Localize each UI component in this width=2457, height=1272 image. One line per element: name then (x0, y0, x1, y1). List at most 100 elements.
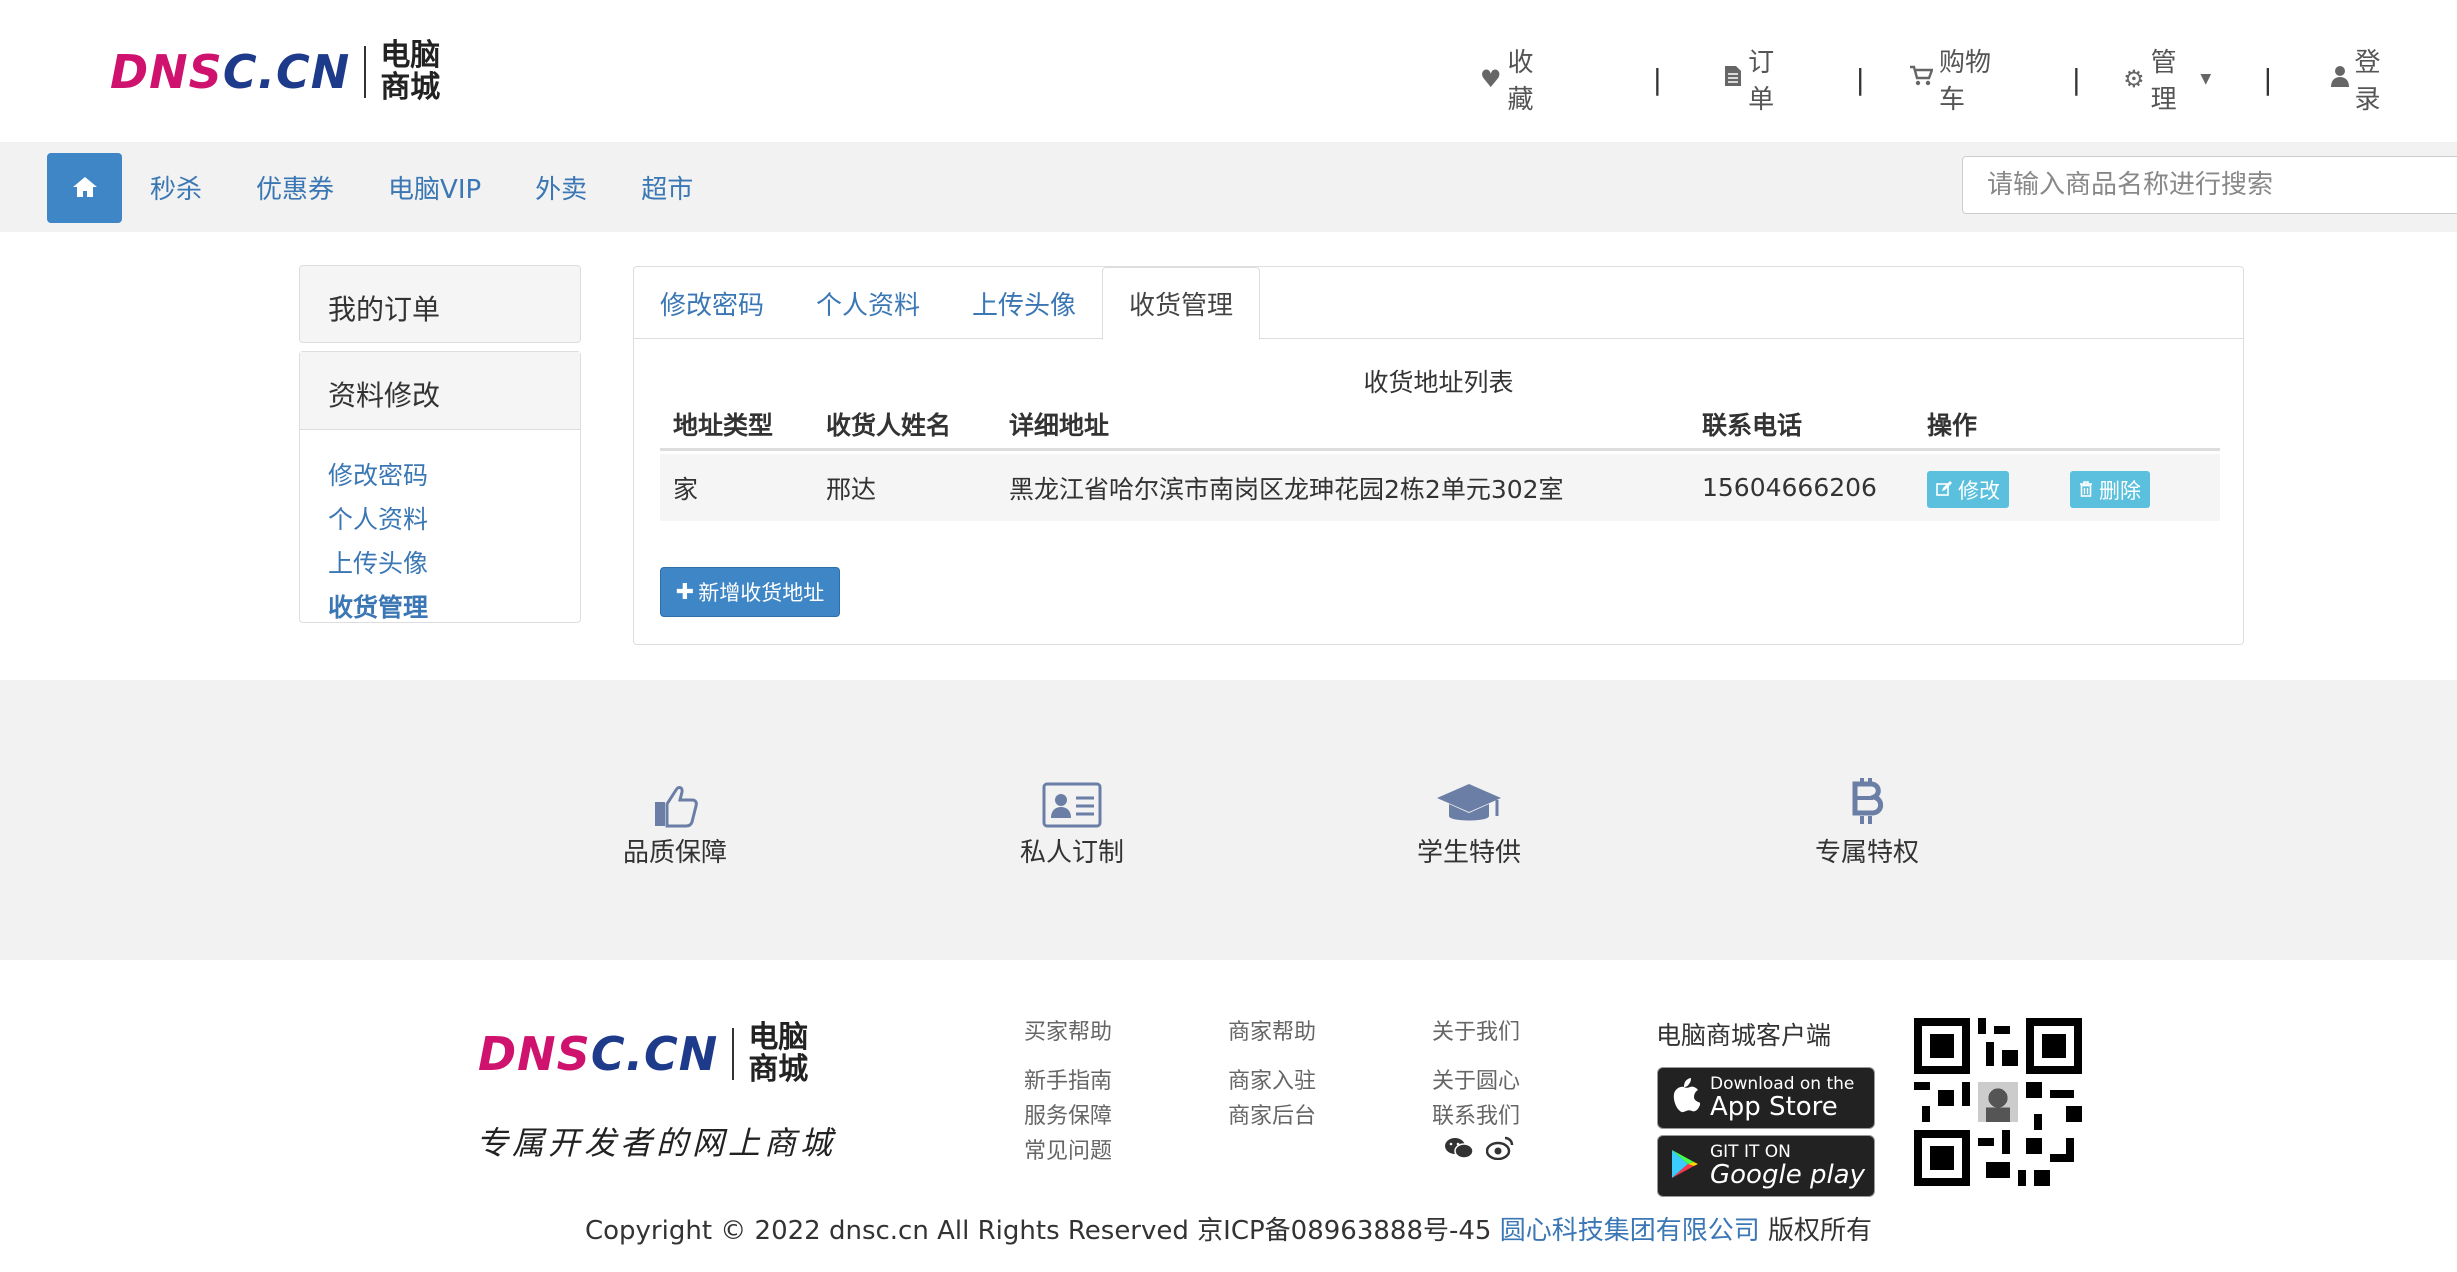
logo-divider (732, 1028, 735, 1080)
column-title: 买家帮助 (1024, 1020, 1113, 1045)
nav-links: 秒杀 优惠券 电脑VIP 外卖 超市 (150, 142, 693, 232)
separator: | (2071, 62, 2082, 96)
column-header: 联系电话 (1702, 410, 1803, 440)
address-type-cell: 家 (673, 474, 699, 504)
feature-privilege: 专属特权 (1767, 768, 1967, 869)
nav-link-coupons[interactable]: 优惠券 (256, 169, 334, 206)
graduation-cap-icon (1369, 768, 1569, 828)
sidebar-item-address[interactable]: 收货管理 (328, 588, 552, 624)
qr-code-image (1914, 1017, 2082, 1187)
user-icon (2330, 65, 2349, 93)
table-caption: 收货地址列表 (1363, 368, 1514, 397)
footer-slogan: 专属开发者的网上商城 (476, 1124, 837, 1162)
orders-link[interactable]: 订单 (1724, 42, 1793, 116)
sidebar-item-change-password[interactable]: 修改密码 (328, 456, 552, 492)
search-input[interactable] (1962, 156, 2457, 214)
column-header: 收货人姓名 (826, 410, 952, 440)
wechat-icon[interactable] (1444, 1136, 1474, 1166)
tab-address[interactable]: 收货管理 (1102, 267, 1261, 340)
cogs-icon: ⚙ (2123, 65, 2145, 93)
tab-upload-avatar[interactable]: 上传头像 (946, 267, 1102, 339)
logo-divider (364, 46, 367, 98)
google-play-icon (1670, 1148, 1700, 1184)
sidebar-item-upload-avatar[interactable]: 上传头像 (328, 544, 552, 580)
tab-profile[interactable]: 个人资料 (790, 267, 946, 339)
separator: | (1652, 62, 1663, 96)
merchant-help-column: 商家帮助 商家入驻 商家后台 (1228, 1014, 1316, 1134)
footer-link-merchant-admin[interactable]: 商家后台 (1228, 1099, 1316, 1134)
thumbs-up-icon (575, 768, 775, 828)
plus-icon: ✚ (675, 579, 695, 605)
site-header: DNSC.CN 电脑 商城 ♥ 收藏 | 订单 | 购物车 | ⚙ 管理 ▼ |… (0, 0, 2457, 142)
sidebar-links: 修改密码 个人资料 上传头像 收货管理 (300, 430, 580, 650)
sidebar-profile-heading: 资料修改 (300, 352, 580, 430)
site-logo[interactable]: DNSC.CN 电脑 商城 (110, 40, 440, 104)
bitcoin-icon (1767, 768, 1967, 828)
separator: | (1855, 62, 1865, 96)
footer-link-contact[interactable]: 联系我们 (1432, 1099, 1520, 1134)
weibo-icon[interactable] (1485, 1136, 1514, 1166)
feature-custom: 私人订制 (972, 768, 1172, 869)
nav-link-vip[interactable]: 电脑VIP (388, 169, 481, 206)
footer-link-guide[interactable]: 新手指南 (1024, 1064, 1112, 1099)
tab-bar: 修改密码 个人资料 上传头像 收货管理 (634, 267, 2243, 340)
add-address-button[interactable]: ✚ 新增收货地址 (660, 567, 840, 617)
home-button[interactable] (47, 153, 122, 223)
cart-icon (1909, 65, 1934, 93)
footer-link-merchant-join[interactable]: 商家入驻 (1228, 1064, 1316, 1099)
heart-icon: ♥ (1480, 65, 1502, 93)
sidebar-profile-panel: 资料修改 修改密码 个人资料 上传头像 收货管理 (299, 351, 581, 623)
column-header: 地址类型 (673, 410, 774, 440)
top-navigation: ♥ 收藏 | 订单 | 购物车 | ⚙ 管理 ▼ | 登录 (1480, 42, 2400, 116)
app-store-badge[interactable]: Download on the App Store (1657, 1067, 1875, 1129)
recipient-name-cell: 邢达 (826, 474, 877, 504)
footer-link-about[interactable]: 关于圆心 (1432, 1064, 1520, 1099)
footer-link-service[interactable]: 服务保障 (1024, 1099, 1112, 1134)
footer-logo-cn: 电脑 商城 (748, 1020, 809, 1087)
column-title: 商家帮助 (1228, 1020, 1317, 1045)
about-column: 关于我们 关于圆心 联系我们 (1432, 1014, 1520, 1166)
separator: | (2263, 62, 2273, 96)
nav-link-flash-sale[interactable]: 秒杀 (150, 169, 202, 206)
main-navbar: 秒杀 优惠券 电脑VIP 外卖 超市 (0, 142, 2457, 232)
address-detail-cell: 黑龙江省哈尔滨市南岗区龙珅花园2栋2单元302室 (1009, 474, 1564, 504)
company-link[interactable]: 圆心科技集团有限公司 (1500, 1216, 1760, 1246)
footer-link-faq[interactable]: 常见问题 (1024, 1134, 1112, 1169)
features-band: 品质保障 私人订制 学生特供 专属特权 (0, 680, 2457, 960)
feature-student: 学生特供 (1369, 768, 1569, 869)
manage-dropdown[interactable]: ⚙ 管理 ▼ (2123, 42, 2211, 116)
column-title: 关于我们 (1432, 1020, 1521, 1045)
column-header: 操作 (1927, 410, 1978, 440)
copyright-line: Copyright © 2022 dnsc.cn All Rights Rese… (584, 1216, 1873, 1246)
logo-cn: 电脑 商城 (380, 38, 441, 105)
table-header: 地址类型 收货人姓名 详细地址 联系电话 操作 (660, 407, 2220, 451)
nav-link-supermarket[interactable]: 超市 (641, 169, 693, 206)
footer-logo[interactable]: DNSC.CN 电脑 商城 (478, 1022, 808, 1086)
caret-down-icon: ▼ (2200, 71, 2212, 87)
delete-button[interactable]: 删除 (2070, 471, 2150, 508)
edit-icon (1936, 478, 1952, 502)
cart-link[interactable]: 购物车 (1909, 42, 2008, 116)
sidebar-my-orders[interactable]: 我的订单 (299, 265, 581, 343)
buyer-help-column: 买家帮助 新手指南 服务保障 常见问题 (1024, 1014, 1112, 1169)
favorites-link[interactable]: ♥ 收藏 (1480, 42, 1553, 116)
address-panel: 修改密码 个人资料 上传头像 收货管理 收货地址列表 地址类型 收货人姓名 详细… (633, 266, 2244, 645)
id-card-icon (972, 768, 1172, 828)
social-links (1432, 1136, 1520, 1166)
sidebar-item-profile[interactable]: 个人资料 (328, 500, 552, 536)
nav-link-takeout[interactable]: 外卖 (535, 169, 587, 206)
apple-icon (1670, 1078, 1701, 1118)
file-icon (1724, 65, 1742, 93)
google-play-badge[interactable]: GIT IT ON Google play (1657, 1135, 1875, 1197)
trash-icon (2079, 478, 2093, 502)
client-app-title: 电脑商城客户端 (1656, 1021, 1832, 1050)
phone-cell: 15604666206 (1702, 473, 1877, 502)
column-header: 详细地址 (1009, 410, 1110, 440)
home-icon (72, 172, 98, 205)
logo-text: DNSC.CN (110, 45, 351, 99)
footer-logo-text: DNSC.CN (478, 1027, 719, 1081)
feature-quality: 品质保障 (575, 768, 775, 869)
login-link[interactable]: 登录 (2330, 42, 2400, 116)
tab-change-password[interactable]: 修改密码 (634, 267, 790, 339)
edit-button[interactable]: 修改 (1927, 471, 2009, 508)
